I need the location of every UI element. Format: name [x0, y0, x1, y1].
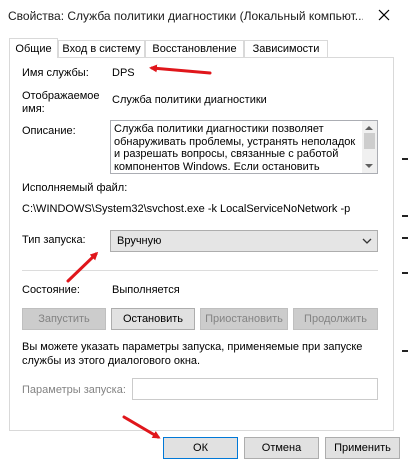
resume-service-button[interactable]: Продолжить	[293, 308, 378, 330]
startup-type-value: Вручную	[117, 235, 162, 247]
apply-button[interactable]: Применить	[325, 437, 400, 459]
tab-dependencies-label: Зависимости	[252, 43, 320, 55]
background-window-fragment	[402, 272, 408, 274]
status-value: Выполняется	[112, 284, 180, 296]
chevron-down-icon	[362, 238, 372, 244]
ok-label: ОК	[193, 442, 208, 454]
tab-recovery-label: Восстановление	[152, 43, 237, 55]
pause-service-button[interactable]: Приостановить	[200, 308, 288, 330]
start-params-input[interactable]	[132, 378, 378, 400]
status-label: Состояние:	[22, 284, 80, 296]
start-params-label: Параметры запуска:	[22, 384, 126, 396]
scroll-down-icon[interactable]	[365, 164, 373, 168]
description-scrollbar[interactable]	[362, 121, 377, 173]
window-title: Свойства: Служба политики диагностики (Л…	[8, 9, 363, 23]
startup-type-label: Тип запуска:	[22, 234, 86, 246]
close-icon	[378, 9, 390, 21]
description-box[interactable]: Служба политики диагностики позволяет об…	[110, 120, 378, 174]
cancel-button[interactable]: Отмена	[244, 437, 319, 459]
ok-button[interactable]: ОК	[163, 437, 238, 459]
tab-recovery[interactable]: Восстановление	[145, 40, 244, 57]
close-button[interactable]	[368, 2, 400, 28]
separator	[22, 270, 378, 271]
executable-label: Исполняемый файл:	[22, 182, 128, 194]
display-name-label-line1: Отображаемое	[22, 90, 100, 102]
tab-dependencies[interactable]: Зависимости	[244, 40, 328, 57]
tab-general[interactable]: Общие	[9, 38, 58, 58]
service-name-value: DPS	[112, 67, 135, 79]
stop-service-label: Остановить	[122, 313, 184, 325]
scroll-up-icon[interactable]	[365, 126, 373, 130]
resume-service-label: Продолжить	[304, 313, 367, 325]
background-window-fragment	[402, 158, 408, 160]
startup-type-select[interactable]: Вручную	[110, 230, 378, 252]
tab-general-label: Общие	[15, 42, 52, 55]
display-name-value: Служба политики диагностики	[112, 94, 267, 106]
tab-logon-label: Вход в систему	[62, 43, 141, 55]
title-bar: Свойства: Служба политики диагностики (Л…	[0, 0, 408, 32]
pause-service-label: Приостановить	[205, 313, 283, 325]
display-name-label-line2: имя:	[22, 103, 45, 115]
background-window-fragment	[402, 215, 408, 217]
cancel-label: Отмена	[261, 442, 302, 454]
description-label: Описание:	[22, 125, 76, 137]
start-params-hint: Вы можете указать параметры запуска, при…	[22, 341, 363, 367]
start-service-label: Запустить	[38, 313, 90, 325]
tab-logon[interactable]: Вход в систему	[58, 40, 145, 57]
service-name-label: Имя службы:	[22, 67, 89, 79]
start-service-button[interactable]: Запустить	[22, 308, 106, 330]
apply-label: Применить	[334, 442, 391, 454]
background-window-fragment	[402, 237, 408, 239]
stop-service-button[interactable]: Остановить	[111, 308, 195, 330]
scroll-thumb[interactable]	[364, 133, 375, 149]
description-text: Служба политики диагностики позволяет об…	[114, 123, 356, 173]
executable-path: C:\WINDOWS\System32\svchost.exe -k Local…	[22, 203, 351, 215]
background-window-fragment	[402, 350, 408, 352]
